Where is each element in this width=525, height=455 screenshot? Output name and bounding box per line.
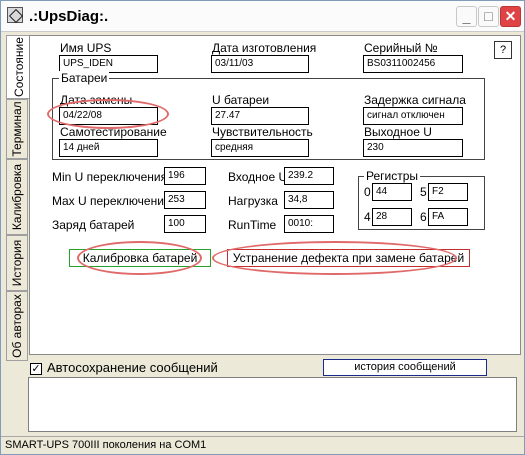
battery-voltage-label: U батареи <box>212 93 270 107</box>
register-0-field[interactable]: 44 <box>372 183 412 201</box>
ups-name-label: Имя UPS <box>60 41 112 55</box>
input-voltage-label: Входное U <box>228 170 288 184</box>
status-bar: SMART-UPS 700III поколения на COM1 <box>1 436 524 454</box>
battery-replace-fix-button[interactable]: Устранение дефекта при замене батарей <box>227 249 470 267</box>
selftest-label: Самотестирование <box>60 125 167 139</box>
selftest-field[interactable]: 14 дней <box>59 139 158 157</box>
manufacture-date-field[interactable]: 03/11/03 <box>211 55 309 73</box>
title-bar: .:UpsDiag:. _ □ ✕ <box>1 1 524 32</box>
vertical-tab-strip: Состояние Терминал Калибровка История Об… <box>6 35 30 361</box>
maximize-button[interactable]: □ <box>478 6 499 27</box>
max-transfer-field[interactable]: 253 <box>164 191 206 209</box>
tab-about[interactable]: Об авторах <box>6 291 28 361</box>
sensitivity-field[interactable]: средняя <box>211 139 309 157</box>
battery-charge-field[interactable]: 100 <box>164 215 206 233</box>
autosave-checkbox[interactable]: ✓ <box>30 363 42 375</box>
min-transfer-label: Min U переключения <box>52 170 168 184</box>
help-button[interactable]: ? <box>494 41 512 59</box>
input-voltage-field[interactable]: 239.2 <box>284 167 334 185</box>
replace-date-label: Дата замены <box>60 93 133 107</box>
app-icon[interactable] <box>7 7 23 23</box>
signal-delay-field[interactable]: сигнал отключен <box>363 107 463 125</box>
register-5-label: 5 <box>420 185 427 199</box>
tab-history[interactable]: История <box>6 235 28 291</box>
signal-delay-label: Задержка сигнала <box>364 93 466 107</box>
output-voltage-field[interactable]: 230 <box>363 139 463 157</box>
battery-charge-label: Заряд батарей <box>52 218 135 232</box>
tab-terminal[interactable]: Терминал <box>6 99 28 159</box>
battery-voltage-field[interactable]: 27.47 <box>211 107 309 125</box>
register-6-label: 6 <box>420 210 427 224</box>
register-0-label: 0 <box>364 185 371 199</box>
app-window: .:UpsDiag:. _ □ ✕ Состояние Терминал Кал… <box>0 0 525 455</box>
close-button[interactable]: ✕ <box>500 6 521 27</box>
runtime-label: RunTime <box>228 218 277 232</box>
register-6-field[interactable]: FA <box>428 208 468 226</box>
autosave-label: Автосохранение сообщений <box>47 360 218 375</box>
minimize-button[interactable]: _ <box>456 6 477 27</box>
replace-date-field[interactable]: 04/22/08 <box>59 107 158 125</box>
message-log[interactable] <box>28 377 517 432</box>
runtime-field[interactable]: 0010: <box>284 215 334 233</box>
window-title: .:UpsDiag:. <box>29 8 109 25</box>
load-field[interactable]: 34,8 <box>284 191 334 209</box>
serial-label: Серийный № <box>364 41 438 55</box>
output-voltage-label: Выходное U <box>364 125 432 139</box>
calibrate-batteries-button[interactable]: Калибровка батарей <box>69 249 211 267</box>
min-transfer-field[interactable]: 196 <box>164 167 206 185</box>
serial-field[interactable]: BS0311002456 <box>363 55 463 73</box>
message-history-button[interactable]: история сообщений <box>323 359 487 376</box>
register-4-field[interactable]: 28 <box>372 208 412 226</box>
load-label: Нагрузка <box>228 194 278 208</box>
tab-calibration[interactable]: Калибровка <box>6 159 28 235</box>
sensitivity-label: Чувствительность <box>212 125 313 139</box>
registers-group-label: Регистры <box>364 169 421 183</box>
manufacture-date-label: Дата изготовления <box>212 41 317 55</box>
register-5-field[interactable]: F2 <box>428 183 468 201</box>
max-transfer-label: Max U переключения <box>52 194 171 208</box>
register-4-label: 4 <box>364 210 371 224</box>
battery-group-label: Батареи <box>59 71 110 85</box>
tab-state[interactable]: Состояние <box>6 35 30 99</box>
